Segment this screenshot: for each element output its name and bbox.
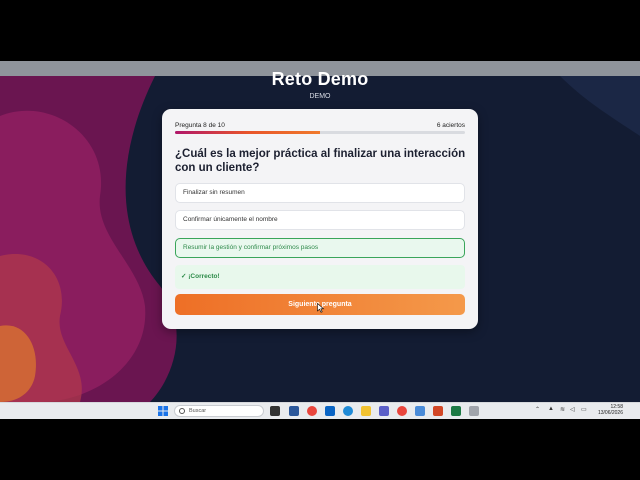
search-placeholder: Buscar xyxy=(189,408,207,414)
language-icon[interactable]: ▲ xyxy=(548,406,554,412)
chrome-icon[interactable] xyxy=(307,406,317,416)
wifi-icon[interactable]: ≋ xyxy=(560,406,565,413)
windows-start-icon[interactable] xyxy=(158,406,168,416)
notepad-icon[interactable] xyxy=(415,406,425,416)
taskbar-search-input[interactable]: Buscar xyxy=(174,405,264,417)
letterbox-top xyxy=(0,0,640,61)
clock-date: 13/06/2026 xyxy=(597,410,623,416)
windows-taskbar: Buscar ⌃ ▲ ≋ ◁ ▭ 12:58 13/06/2026 xyxy=(0,402,640,419)
volume-icon[interactable]: ◁ xyxy=(570,406,575,413)
task-view-icon[interactable] xyxy=(270,406,280,416)
tray-chevron-icon[interactable]: ⌃ xyxy=(535,406,540,413)
chrome-profile-icon[interactable] xyxy=(397,406,407,416)
teams-icon[interactable] xyxy=(379,406,389,416)
progress-fill xyxy=(175,131,320,134)
mouse-cursor-icon xyxy=(317,303,325,313)
question-counter: Pregunta 8 de 10 xyxy=(175,122,225,129)
store-icon[interactable] xyxy=(289,406,299,416)
battery-icon[interactable]: ▭ xyxy=(581,406,587,413)
progress-bar xyxy=(175,131,465,134)
score-label: 6 aciertos xyxy=(436,122,465,129)
answer-option-2[interactable]: Confirmar únicamente el nombre xyxy=(175,210,465,230)
answer-option-1[interactable]: Finalizar sin resumen xyxy=(175,183,465,203)
excel-icon[interactable] xyxy=(451,406,461,416)
taskbar-clock[interactable]: 12:58 13/06/2026 xyxy=(598,404,623,416)
snipping-tool-icon[interactable] xyxy=(469,406,479,416)
file-explorer-icon[interactable] xyxy=(361,406,371,416)
quiz-card: Pregunta 8 de 10 6 aciertos ¿Cuál es la … xyxy=(162,109,478,329)
letterbox-bottom xyxy=(0,419,640,480)
app-title: Reto Demo xyxy=(271,69,369,89)
screen: Reto Demo DEMO Pregunta 8 de 10 6 aciert… xyxy=(0,61,640,419)
answer-option-3[interactable]: Resumir la gestión y confirmar próximos … xyxy=(175,238,465,258)
question-text: ¿Cuál es la mejor práctica al finalizar … xyxy=(175,148,466,174)
edge-icon[interactable] xyxy=(343,406,353,416)
search-icon xyxy=(179,408,185,414)
powerpoint-icon[interactable] xyxy=(433,406,443,416)
outlook-icon[interactable] xyxy=(325,406,335,416)
feedback-correct: ✓ ¡Correcto! xyxy=(175,265,465,289)
app-subtitle: DEMO xyxy=(309,93,331,100)
